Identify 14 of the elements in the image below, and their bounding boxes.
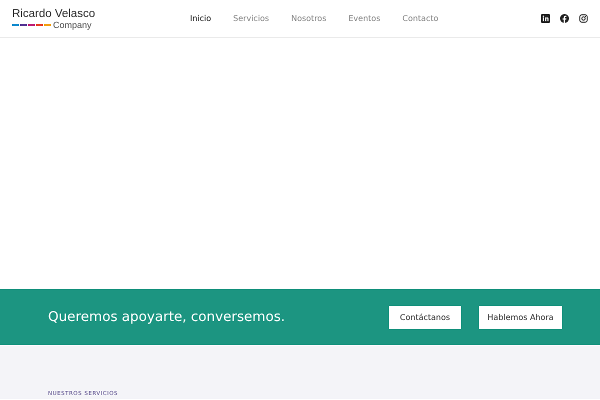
logo-name: Ricardo Velasco bbox=[12, 8, 96, 20]
banner-text: Queremos apoyarte, conversemos. bbox=[48, 309, 286, 325]
banner-button[interactable]: Hablemos Ahora bbox=[479, 306, 562, 328]
facebook-icon[interactable] bbox=[560, 14, 569, 23]
linkedin-icon[interactable] bbox=[541, 14, 550, 23]
logo-subtitle: Company bbox=[53, 20, 92, 30]
color-stripes-icon bbox=[12, 24, 51, 26]
nav-link[interactable]: Contacto bbox=[402, 10, 438, 27]
instagram-icon[interactable] bbox=[579, 14, 588, 23]
nav-link[interactable]: Eventos bbox=[348, 10, 380, 27]
banner-button[interactable]: Contáctanos bbox=[389, 306, 461, 328]
nav-link[interactable]: Inicio bbox=[190, 10, 212, 27]
nav-link[interactable]: Servicios bbox=[233, 10, 270, 27]
nav-link[interactable]: Nosotros bbox=[291, 10, 326, 27]
